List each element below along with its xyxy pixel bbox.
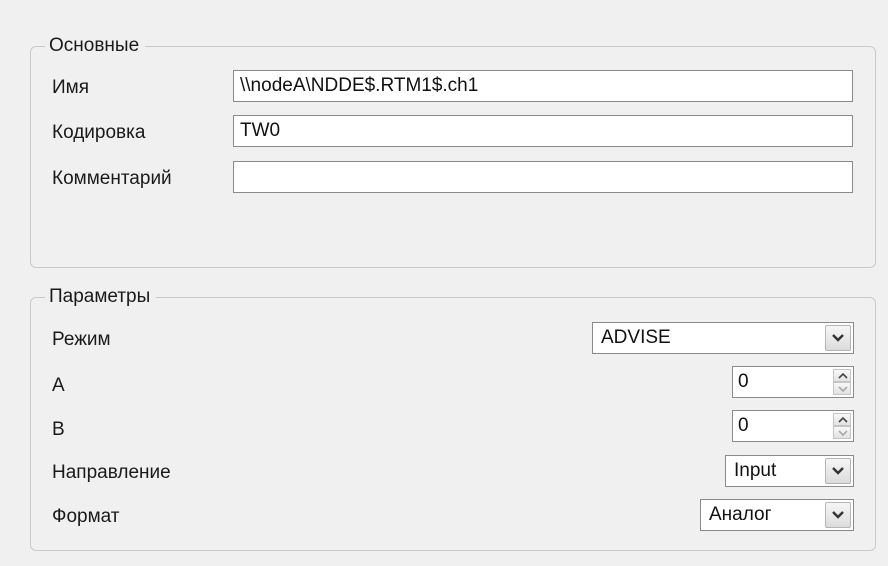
- arrow-up-icon: [838, 373, 848, 379]
- b-value: 0: [738, 415, 749, 436]
- properties-panel: Основные Имя \\nodeA\NDDE$.RTM1$.ch1 Код…: [0, 0, 888, 566]
- name-field[interactable]: \\nodeA\NDDE$.RTM1$.ch1: [233, 70, 853, 102]
- arrow-down-icon: [838, 430, 848, 436]
- name-label: Имя: [52, 77, 90, 98]
- chevron-down-icon: [832, 467, 844, 475]
- a-spinbox[interactable]: 0: [732, 366, 854, 398]
- a-label: A: [52, 375, 65, 396]
- a-spin-up-button[interactable]: [833, 369, 851, 382]
- b-spin-up-button[interactable]: [833, 413, 851, 426]
- b-spinbox[interactable]: 0: [732, 410, 854, 442]
- chevron-down-icon: [832, 511, 844, 519]
- format-label: Формат: [52, 506, 120, 527]
- mode-value: ADVISE: [601, 327, 671, 348]
- arrow-up-icon: [838, 417, 848, 423]
- direction-value: Input: [734, 460, 777, 481]
- params-group-title: Параметры: [45, 285, 157, 309]
- direction-label: Направление: [52, 462, 171, 483]
- basic-group-title: Основные: [45, 34, 146, 58]
- b-spin-down-button[interactable]: [833, 426, 851, 439]
- chevron-down-icon: [832, 334, 844, 342]
- format-dropdown-button[interactable]: [825, 502, 851, 528]
- direction-dropdown[interactable]: Input: [725, 455, 854, 487]
- direction-dropdown-button[interactable]: [825, 458, 851, 484]
- comment-field[interactable]: [233, 161, 853, 193]
- mode-dropdown[interactable]: ADVISE: [592, 322, 854, 354]
- a-value: 0: [738, 371, 749, 392]
- format-dropdown[interactable]: Аналог: [700, 499, 854, 531]
- encoding-label: Кодировка: [52, 122, 146, 143]
- a-spin-down-button[interactable]: [833, 382, 851, 395]
- comment-label: Комментарий: [52, 168, 172, 189]
- mode-dropdown-button[interactable]: [825, 325, 851, 351]
- arrow-down-icon: [838, 386, 848, 392]
- mode-label: Режим: [52, 329, 111, 350]
- b-label: B: [52, 419, 65, 440]
- encoding-field[interactable]: TW0: [233, 115, 853, 147]
- format-value: Аналог: [709, 504, 772, 525]
